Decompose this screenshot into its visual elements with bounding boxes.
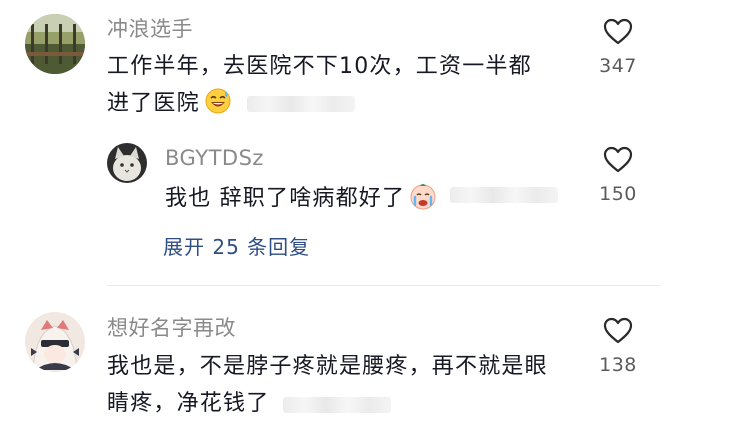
- blurred-timestamp: [283, 397, 391, 413]
- heart-outline-icon: [603, 317, 633, 344]
- comment-text-segment: 进了医院: [107, 91, 200, 116]
- girl-avatar-icon[interactable]: [25, 312, 85, 372]
- username[interactable]: 冲浪选手: [107, 13, 193, 43]
- landscape-avatar-icon[interactable]: [25, 14, 85, 74]
- like-count: 347: [599, 55, 637, 77]
- like-count: 150: [599, 183, 637, 205]
- comment-text: 工作半年，去医院不下10次，工资一半都 进了医院: [107, 48, 532, 127]
- comment-text-line: 我也是，不是脖子疼就是腰疼，再不就是眼: [107, 354, 548, 379]
- username[interactable]: BGYTDSz: [165, 146, 264, 170]
- expand-replies-link[interactable]: 展开 25 条回复: [163, 231, 310, 260]
- heart-outline-icon: [603, 146, 633, 173]
- crying-face-emoji: [409, 182, 437, 222]
- comment-text: 我也 辞职了啥病都好了: [165, 180, 437, 222]
- blurred-timestamp: [247, 96, 355, 112]
- like-button[interactable]: 138: [594, 317, 642, 376]
- heart-outline-icon: [603, 18, 633, 45]
- comment-text-line: 工作半年，去医院不下10次，工资一半都: [107, 54, 532, 79]
- divider: [107, 285, 660, 286]
- like-button[interactable]: 347: [594, 18, 642, 77]
- cat-avatar-icon[interactable]: [107, 143, 147, 183]
- like-count: 138: [599, 354, 637, 376]
- blurred-timestamp: [450, 187, 558, 203]
- like-button[interactable]: 150: [594, 146, 642, 205]
- sweat-smile-emoji: [204, 87, 232, 127]
- username[interactable]: 想好名字再改: [107, 312, 236, 342]
- comment-text-segment: 我也 辞职了啥病都好了: [165, 186, 406, 211]
